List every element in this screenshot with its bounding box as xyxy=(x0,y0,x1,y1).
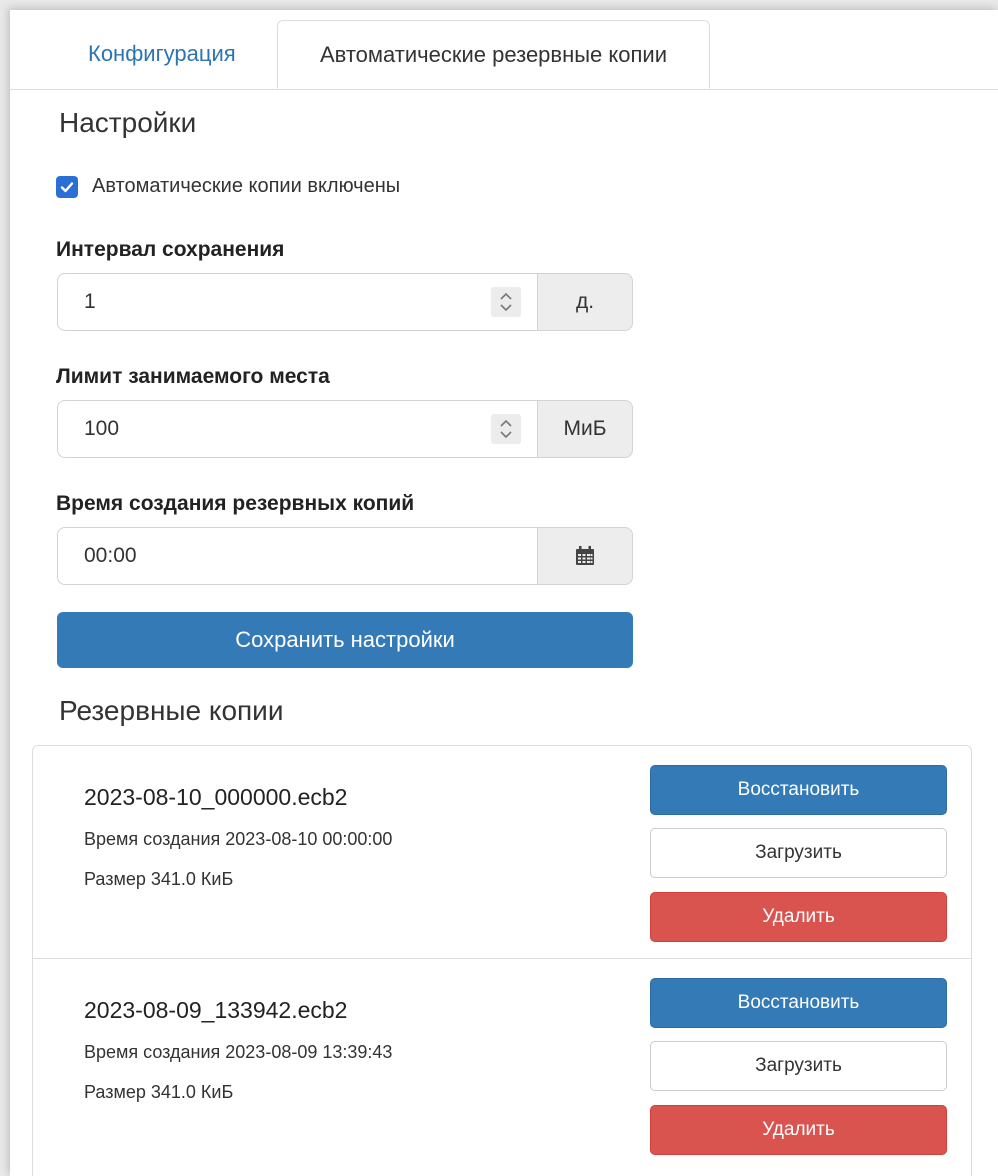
time-input-group: 00:00 xyxy=(57,527,633,585)
backup-name: 2023-08-10_000000.ecb2 xyxy=(84,784,348,810)
tab-bar: Конфигурация Автоматические резервные ко… xyxy=(10,10,998,90)
interval-stepper-icon[interactable] xyxy=(491,287,521,317)
stepper-arrows-icon xyxy=(500,292,512,312)
limit-unit: МиБ xyxy=(537,400,633,458)
interval-input-group: 1 д. xyxy=(57,273,633,331)
auto-backup-label: Автоматические копии включены xyxy=(92,175,401,197)
backups-heading: Резервные копии xyxy=(59,695,284,726)
stepper-arrows-icon xyxy=(500,419,512,439)
delete-button[interactable]: Удалить xyxy=(650,892,947,942)
auto-backup-checkbox[interactable] xyxy=(56,175,78,198)
limit-stepper-icon[interactable] xyxy=(491,414,521,444)
calendar-icon xyxy=(576,546,594,565)
download-button[interactable]: Загрузить xyxy=(650,828,947,878)
restore-button[interactable]: Восстановить xyxy=(650,978,947,1028)
limit-input[interactable]: 100 xyxy=(57,400,537,458)
limit-label: Лимит занимаемого места xyxy=(56,365,330,388)
tab-auto-backups[interactable]: Автоматические резервные копии xyxy=(277,20,710,89)
backup-name: 2023-08-09_133942.ecb2 xyxy=(84,997,348,1023)
interval-input[interactable]: 1 xyxy=(57,273,537,331)
limit-value: 100 xyxy=(84,417,120,440)
download-button[interactable]: Загрузить xyxy=(650,1041,947,1091)
settings-heading: Настройки xyxy=(59,107,197,138)
time-value: 00:00 xyxy=(84,544,137,567)
checkmark-icon xyxy=(60,181,74,192)
limit-input-group: 100 МиБ xyxy=(57,400,633,458)
time-input[interactable]: 00:00 xyxy=(57,527,537,585)
backup-list: 2023-08-10_000000.ecb2 Время создания 20… xyxy=(32,745,972,1176)
restore-button[interactable]: Восстановить xyxy=(650,765,947,815)
auto-backup-checkbox-row[interactable]: Автоматические копии включены xyxy=(56,175,400,198)
backup-size: Размер 341.0 КиБ xyxy=(84,869,234,889)
interval-label: Интервал сохранения xyxy=(56,238,285,261)
backup-size: Размер 341.0 КиБ xyxy=(84,1082,234,1102)
delete-button[interactable]: Удалить xyxy=(650,1105,947,1155)
save-settings-button[interactable]: Сохранить настройки xyxy=(57,612,633,668)
backup-created: Время создания 2023-08-09 13:39:43 xyxy=(84,1042,393,1062)
tab-configuration[interactable]: Конфигурация xyxy=(64,20,260,88)
backup-created: Время создания 2023-08-10 00:00:00 xyxy=(84,829,393,849)
calendar-button[interactable] xyxy=(537,527,633,585)
list-item: 2023-08-09_133942.ecb2 Время создания 20… xyxy=(33,958,971,1170)
interval-unit: д. xyxy=(537,273,633,331)
list-item: 2023-08-10_000000.ecb2 Время создания 20… xyxy=(33,746,971,958)
time-label: Время создания резервных копий xyxy=(56,492,415,515)
interval-value: 1 xyxy=(84,290,96,313)
app-frame: Конфигурация Автоматические резервные ко… xyxy=(10,10,998,1176)
